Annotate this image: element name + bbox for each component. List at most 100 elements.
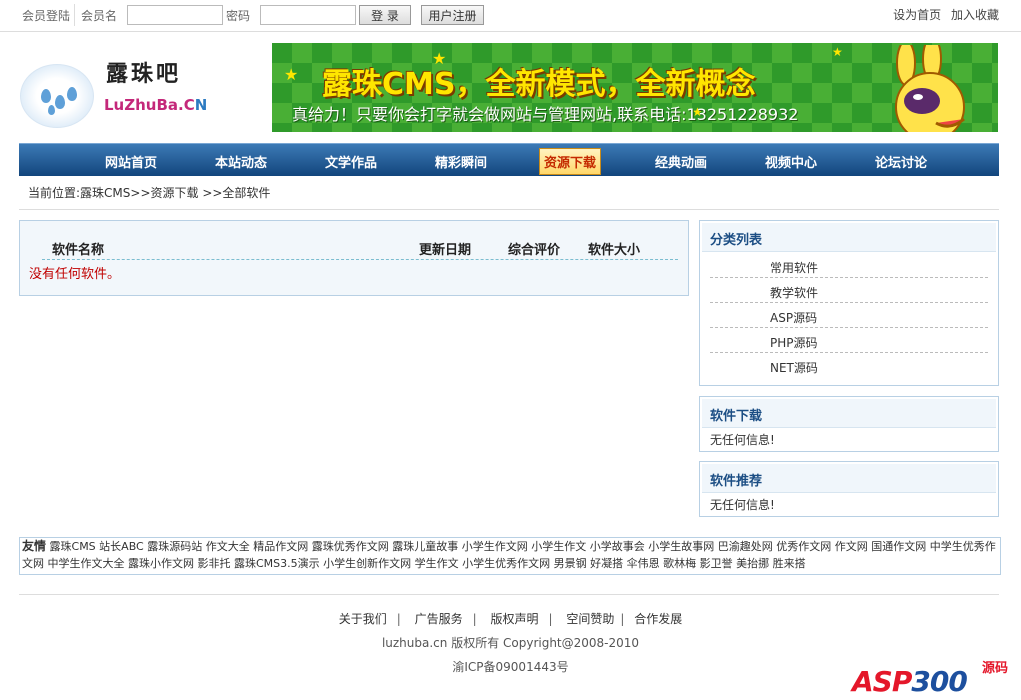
asp300-watermark: ASP300 源码 (852, 657, 1012, 698)
category-item[interactable]: PHP源码 (710, 328, 988, 353)
nav-item-literature[interactable]: 文学作品 (325, 152, 377, 171)
software-list-panel: 软件名称 更新日期 综合评价 软件大小 没有任何软件。 (19, 220, 689, 296)
register-button[interactable]: 用户注册 (421, 5, 484, 25)
friend-link[interactable]: 歌林梅 (663, 557, 696, 570)
category-item[interactable]: 教学软件 (710, 278, 988, 303)
friend-link[interactable]: 伞伟恩 (627, 557, 660, 570)
friend-link[interactable]: 胜来搭 (773, 557, 806, 570)
rabbit-mascot-icon (895, 45, 965, 132)
column-header-size[interactable]: 软件大小 (588, 239, 640, 258)
friend-link[interactable]: 精品作文网 (253, 540, 308, 553)
username-input[interactable] (127, 5, 223, 25)
friend-link[interactable]: 影非托 (198, 557, 231, 570)
friend-link[interactable]: 小学生作文网 (462, 540, 528, 553)
panel-title: 软件下载 (710, 409, 763, 424)
category-item[interactable]: 常用软件 (710, 253, 988, 278)
site-logo[interactable]: 露珠吧 LuZhuBa.CN (20, 56, 207, 128)
banner-subline: 真给力！只要你会打字就会做网站与管理网站,联系电话:13251228932 (292, 105, 799, 124)
password-input[interactable] (260, 5, 356, 25)
category-panel: 分类列表 常用软件 教学软件 ASP源码 PHP源码 NET源码 (699, 220, 999, 386)
panel-title: 分类列表 (710, 233, 763, 248)
category-label[interactable]: 教学软件 (770, 284, 818, 301)
friend-link[interactable]: 男景钢 (554, 557, 587, 570)
friend-link[interactable]: 露珠源码站 (147, 540, 202, 553)
logo-name-cn: 露珠吧 (106, 61, 182, 87)
logo-name-en-tail: N (194, 96, 208, 114)
banner-headline: 露珠CMS，全新模式，全新概念 (322, 67, 756, 102)
logo-name-en-main: LuZhuBa.C (104, 96, 195, 114)
footer-link-cooperation[interactable]: 合作发展 (634, 612, 682, 626)
column-header-date[interactable]: 更新日期 (419, 239, 471, 258)
nav-item-video[interactable]: 视频中心 (765, 152, 817, 171)
category-item[interactable]: NET源码 (710, 353, 988, 377)
add-favorite-link[interactable]: 加入收藏 (951, 8, 999, 22)
friend-link[interactable]: 小学故事会 (590, 540, 645, 553)
breadcrumb: 当前位置:露珠CMS>>资源下载 >>全部软件 (28, 186, 271, 200)
category-label[interactable]: ASP源码 (770, 309, 817, 326)
main-nav: 网站首页 本站动态 文学作品 精彩瞬间 资源下载 经典动画 视频中心 论坛讨论 (19, 143, 999, 176)
login-title: 会员登陆 (22, 9, 71, 23)
panel-title: 软件推荐 (710, 474, 763, 489)
username-label: 会员名 (81, 9, 118, 23)
nav-item-home[interactable]: 网站首页 (105, 152, 157, 171)
panel-message: 无任何信息! (710, 433, 775, 447)
friend-link[interactable]: 好凝搭 (590, 557, 623, 570)
footer-link-about[interactable]: 关于我们 (339, 612, 387, 626)
nav-item-moments[interactable]: 精彩瞬间 (435, 152, 487, 171)
logo-emblem (20, 64, 94, 128)
category-label[interactable]: 常用软件 (770, 259, 818, 276)
category-item[interactable]: ASP源码 (710, 303, 988, 328)
friend-link[interactable]: 影卫誉 (700, 557, 733, 570)
friend-link[interactable]: 露珠小作文网 (128, 557, 194, 570)
friend-links-label: 友情 (22, 539, 47, 553)
panel-header: 软件下载 (702, 399, 996, 428)
banner-ad[interactable]: ★ ★ ★ ★ 露珠CMS，全新模式，全新概念 真给力！只要你会打字就会做网站与… (272, 43, 998, 132)
recommend-panel: 软件推荐 无任何信息! (699, 461, 999, 517)
top-links: 设为首页 加入收藏 (887, 6, 999, 23)
friend-link[interactable]: 优秀作文网 (776, 540, 831, 553)
star-icon: ★ (832, 45, 843, 59)
category-list: 常用软件 教学软件 ASP源码 PHP源码 NET源码 (710, 253, 988, 377)
divider (74, 4, 75, 26)
nav-item-animation[interactable]: 经典动画 (655, 152, 707, 171)
friend-link[interactable]: 露珠优秀作文网 (312, 540, 389, 553)
friend-link[interactable]: 小学生优秀作文网 (462, 557, 550, 570)
friend-link[interactable]: 小学生作文 (531, 540, 586, 553)
divider (42, 259, 678, 260)
category-label[interactable]: PHP源码 (770, 334, 818, 351)
friend-link[interactable]: 露珠CMS (50, 540, 96, 553)
friend-link[interactable]: 巴渝趣处网 (718, 540, 773, 553)
downloads-panel: 软件下载 无任何信息! (699, 396, 999, 452)
column-header-name[interactable]: 软件名称 (52, 239, 104, 258)
set-home-link[interactable]: 设为首页 (893, 8, 941, 22)
divider (19, 594, 999, 595)
friend-link[interactable]: 露珠CMS3.5演示 (234, 557, 320, 570)
star-icon: ★ (284, 65, 299, 84)
panel-header: 软件推荐 (702, 464, 996, 493)
friend-links: 友情 露珠CMS 站长ABC 露珠源码站 作文大全 精品作文网 露珠优秀作文网 … (19, 537, 1001, 575)
footer-links: 关于我们 | 广告服务 | 版权声明 | 空间赞助 | 合作发展 (338, 612, 683, 626)
footer-link-ads[interactable]: 广告服务 (415, 612, 463, 626)
friend-link[interactable]: 小学生故事网 (648, 540, 714, 553)
watermark-logo: ASP300 (852, 665, 968, 698)
column-header-rating[interactable]: 综合评价 (508, 239, 560, 258)
friend-link[interactable]: 小学生创新作文网 (323, 557, 411, 570)
empty-message: 没有任何软件。 (29, 267, 121, 282)
login-button[interactable]: 登 录 (359, 5, 411, 25)
friend-link[interactable]: 国通作文网 (871, 540, 926, 553)
friend-link[interactable]: 作文网 (835, 540, 868, 553)
friend-link[interactable]: 学生作文 (415, 557, 459, 570)
friend-links-list: 露珠CMS 站长ABC 露珠源码站 作文大全 精品作文网 露珠优秀作文网 露珠儿… (22, 540, 996, 570)
friend-link[interactable]: 美抬挪 (736, 557, 769, 570)
nav-item-forum[interactable]: 论坛讨论 (875, 152, 927, 171)
friend-link[interactable]: 中学生作文大全 (48, 557, 125, 570)
friend-link[interactable]: 站长ABC (99, 540, 144, 553)
footer-link-copyright[interactable]: 版权声明 (490, 612, 538, 626)
friend-link[interactable]: 露珠儿童故事 (392, 540, 458, 553)
nav-item-news[interactable]: 本站动态 (215, 152, 267, 171)
category-label[interactable]: NET源码 (770, 359, 818, 376)
footer-copyright: luzhuba.cn 版权所有 Copyright@2008-2010 (381, 636, 640, 650)
friend-link[interactable]: 作文大全 (206, 540, 250, 553)
footer-link-sponsor[interactable]: 空间赞助 (566, 612, 614, 626)
nav-item-downloads[interactable]: 资源下载 (539, 148, 602, 175)
